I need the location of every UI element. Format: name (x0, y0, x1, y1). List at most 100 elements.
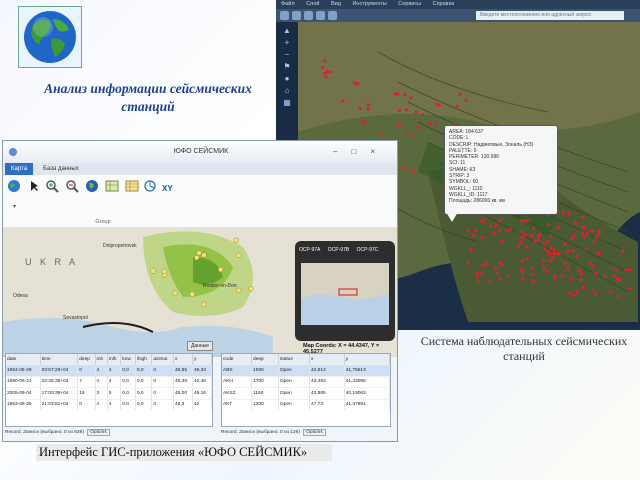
earthquake-marker[interactable] (556, 225, 560, 229)
earthquake-marker[interactable] (581, 285, 586, 290)
earthquake-marker[interactable] (545, 240, 549, 244)
earthquake-marker[interactable] (549, 246, 553, 250)
forward-icon[interactable] (292, 11, 301, 20)
earthquake-marker[interactable] (402, 166, 406, 170)
map-layers-icon[interactable] (105, 179, 119, 193)
house-icon[interactable]: ⌂ (282, 86, 292, 95)
earthquake-marker[interactable] (602, 274, 606, 279)
layers-icon[interactable] (316, 11, 325, 20)
column-header[interactable]: azimut (151, 354, 175, 365)
legend-item[interactable]: OCP-97A (299, 247, 320, 253)
station-marker[interactable] (194, 255, 200, 261)
earthquake-marker[interactable] (494, 266, 498, 270)
earthquake-marker[interactable] (366, 107, 370, 111)
earthquake-marker[interactable] (531, 279, 535, 283)
earthquake-marker[interactable] (324, 75, 328, 79)
earthquake-marker[interactable] (542, 266, 546, 270)
earthquake-marker[interactable] (572, 233, 576, 237)
earthquake-marker[interactable] (488, 224, 492, 228)
table-row[interactable]: AKT 1200 Open 47,73 41,47891 (222, 398, 391, 410)
earthquake-marker[interactable] (566, 266, 570, 270)
zoom-in-icon[interactable] (45, 179, 59, 193)
earthquake-marker[interactable] (543, 247, 547, 251)
earthquake-marker[interactable] (520, 259, 524, 263)
earthquake-marker[interactable] (542, 242, 546, 246)
address-search-input[interactable]: Введите местоположение или адресный запр… (476, 11, 624, 20)
earthquake-marker[interactable] (552, 252, 556, 256)
station-marker[interactable] (248, 286, 254, 292)
options-button[interactable]: Options (303, 429, 326, 436)
earthquake-marker[interactable] (560, 273, 565, 277)
earthquake-marker[interactable] (356, 82, 360, 86)
earthquake-marker[interactable] (531, 272, 535, 277)
earthquake-marker[interactable] (480, 235, 485, 240)
earthquake-marker[interactable] (437, 103, 441, 108)
menu-item-services[interactable]: Сервисы (398, 0, 421, 9)
table-row[interactable]: 1990-06-21 22:25:35+04 7 4 4 0,0 0,0 0 45,38 42,4… (6, 375, 213, 388)
overview-map[interactable] (301, 263, 389, 325)
station-marker[interactable] (161, 268, 168, 274)
earthquake-marker[interactable] (594, 292, 598, 297)
earthquake-marker[interactable] (582, 225, 586, 229)
earthquake-marker[interactable] (325, 70, 329, 74)
globe-icon[interactable] (7, 179, 21, 193)
column-header[interactable]: deep (251, 354, 279, 365)
earthquake-marker[interactable] (595, 235, 599, 239)
earthquake-marker[interactable] (579, 278, 583, 282)
earthquake-marker[interactable] (592, 289, 596, 293)
earthquake-marker[interactable] (521, 270, 525, 274)
earthquake-marker[interactable] (525, 245, 529, 249)
earthquake-marker[interactable] (366, 103, 370, 107)
dropdown-arrow-icon[interactable]: ▾ (13, 203, 16, 210)
earthquake-marker[interactable] (551, 256, 555, 260)
earthquake-marker[interactable] (492, 231, 496, 236)
earthquake-marker[interactable] (533, 239, 537, 243)
earthquake-marker[interactable] (614, 268, 618, 272)
column-header[interactable]: kow (120, 354, 136, 365)
earthquake-marker[interactable] (627, 286, 632, 290)
earthquake-marker[interactable] (486, 279, 490, 283)
earthquake-marker[interactable] (570, 236, 574, 240)
column-header[interactable]: status (278, 354, 311, 365)
earthquake-marker[interactable] (409, 96, 413, 100)
earth-icon[interactable] (85, 179, 99, 193)
earthquake-marker[interactable] (403, 93, 407, 97)
chart-icon[interactable] (143, 179, 157, 193)
earthquake-marker[interactable] (617, 295, 621, 299)
earthquake-marker[interactable] (584, 247, 589, 251)
earthquake-marker[interactable] (609, 290, 613, 294)
menu-item-tools[interactable]: Инструменты (352, 0, 386, 9)
earthquake-marker[interactable] (574, 221, 578, 225)
earthquake-marker[interactable] (627, 268, 632, 272)
earthquake-marker[interactable] (569, 277, 573, 282)
station-marker[interactable] (236, 287, 242, 294)
legend-item[interactable]: OCP-97C (357, 247, 379, 253)
earthquake-marker[interactable] (477, 279, 481, 283)
column-header[interactable]: x (309, 354, 345, 365)
earthquake-marker[interactable] (498, 276, 502, 281)
station-marker[interactable] (150, 268, 156, 274)
earthquake-marker[interactable] (505, 229, 509, 233)
earthquake-marker[interactable] (360, 121, 364, 125)
earthquake-marker[interactable] (458, 92, 462, 96)
column-header[interactable]: time (40, 354, 79, 365)
column-header[interactable]: ihigh (135, 354, 153, 365)
home-icon[interactable] (304, 11, 313, 20)
column-header[interactable]: mlh (107, 354, 122, 365)
earthquake-marker[interactable] (516, 244, 520, 248)
column-header[interactable]: y (192, 354, 213, 365)
earthquake-marker[interactable] (571, 248, 575, 253)
earthquake-marker[interactable] (495, 271, 499, 275)
earthquake-marker[interactable] (484, 262, 488, 266)
table-row[interactable]: AKH 1700 Open 43,493 41,43085 (222, 375, 391, 388)
column-header[interactable]: date (6, 354, 41, 365)
earthquake-marker[interactable] (397, 108, 401, 113)
earthquake-marker[interactable] (530, 266, 535, 271)
earthquake-marker[interactable] (320, 65, 325, 69)
earthquake-marker[interactable] (581, 231, 585, 235)
station-marker[interactable] (233, 237, 239, 243)
earthquake-marker[interactable] (358, 107, 362, 111)
earthquake-marker[interactable] (596, 229, 600, 233)
earthquake-marker[interactable] (556, 251, 560, 255)
earthquake-marker[interactable] (552, 248, 556, 252)
